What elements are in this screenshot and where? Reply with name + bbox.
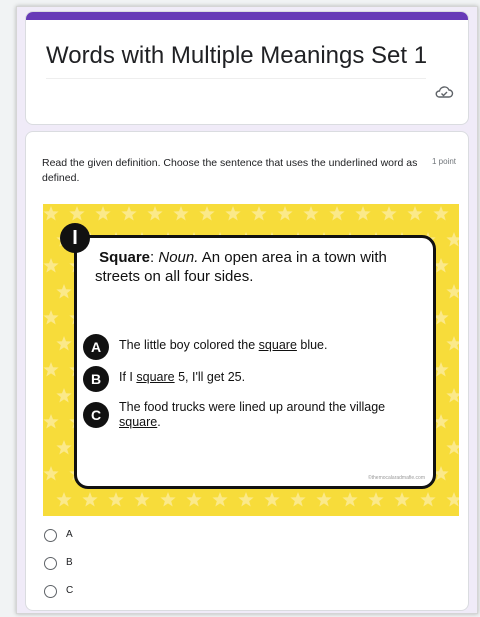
star-decoration (147, 206, 163, 221)
star-decoration (264, 492, 280, 507)
star-decoration (95, 206, 111, 221)
image-watermark: ©themocalaradmafie.com (367, 475, 425, 481)
star-decoration (446, 440, 459, 455)
star-decoration (355, 206, 371, 221)
star-decoration (251, 206, 267, 221)
form-window: Words with Multiple Meanings Set 1 Read … (16, 6, 478, 614)
star-decoration (342, 492, 358, 507)
option-a-before: The little boy colored the (119, 338, 259, 352)
star-decoration (56, 440, 72, 455)
star-decoration (56, 336, 72, 351)
radio-c[interactable] (44, 585, 57, 598)
radio-a[interactable] (44, 529, 57, 542)
option-c-after: . (157, 415, 161, 429)
question-image: Square: Noun. An open area in a town wit… (43, 204, 459, 516)
option-text-b: If I square 5, I'll get 25. (119, 370, 409, 385)
option-text-c: The food trucks were lined up around the… (119, 400, 409, 430)
definition-colon: : (150, 249, 155, 266)
star-decoration (43, 466, 59, 481)
option-badge-a: A (83, 334, 109, 360)
star-decoration (108, 492, 124, 507)
star-decoration (238, 492, 254, 507)
star-decoration (43, 206, 59, 221)
choice-a[interactable]: A (44, 528, 244, 546)
star-decoration (277, 206, 293, 221)
star-decoration (56, 492, 72, 507)
star-decoration (368, 492, 384, 507)
star-decoration (329, 206, 345, 221)
option-b-underlined: square (136, 370, 175, 384)
star-decoration (56, 388, 72, 403)
option-c-before: The food trucks were lined up around the… (119, 400, 386, 414)
option-badge-c: C (83, 402, 109, 428)
option-c-underlined: square (119, 415, 158, 429)
question-text: Read the given definition. Choose the se… (42, 157, 418, 184)
choice-label-c: C (66, 585, 74, 596)
option-a-after: blue. (296, 338, 328, 352)
star-decoration (134, 492, 150, 507)
definition-text: Square: Noun. An open area in a town wit… (95, 248, 415, 286)
star-decoration (212, 492, 228, 507)
definition-card: Square: Noun. An open area in a town wit… (74, 235, 436, 489)
choice-label-b: B (66, 557, 73, 568)
star-decoration (56, 284, 72, 299)
question-card: Read the given definition. Choose the se… (25, 131, 469, 611)
star-decoration (121, 206, 137, 221)
form-header-card: Words with Multiple Meanings Set 1 (25, 11, 469, 125)
star-decoration (420, 492, 436, 507)
star-decoration (69, 206, 85, 221)
radio-b[interactable] (44, 557, 57, 570)
question-points: 1 point (431, 157, 456, 166)
star-decoration (82, 492, 98, 507)
form-title: Words with Multiple Meanings Set 1 (46, 42, 428, 69)
definition-word: Square (99, 249, 151, 266)
star-decoration (446, 492, 459, 507)
star-decoration (446, 284, 459, 299)
header-divider (46, 78, 426, 79)
star-decoration (446, 388, 459, 403)
star-decoration (43, 414, 59, 429)
star-decoration (173, 206, 189, 221)
choice-c[interactable]: C (44, 584, 244, 602)
star-decoration (43, 310, 59, 325)
option-b-before: If I (119, 370, 137, 384)
star-decoration (186, 492, 202, 507)
star-decoration (433, 206, 449, 221)
option-b-after: 5, I'll get 25. (174, 370, 246, 384)
star-decoration (290, 492, 306, 507)
star-decoration (446, 232, 459, 247)
star-decoration (43, 258, 59, 273)
star-decoration (160, 492, 176, 507)
star-decoration (316, 492, 332, 507)
header-accent-bar (26, 12, 468, 20)
option-badge-b: B (83, 366, 109, 392)
star-decoration (199, 206, 215, 221)
choice-label-a: A (66, 529, 73, 540)
star-decoration (43, 362, 59, 377)
option-text-a: The little boy colored the square blue. (119, 338, 409, 353)
cloud-saved-icon (435, 86, 454, 98)
star-decoration (394, 492, 410, 507)
star-decoration (407, 206, 423, 221)
question-number-badge: I (60, 223, 90, 253)
definition-part-of-speech: Noun. (158, 249, 199, 266)
star-decoration (381, 206, 397, 221)
star-decoration (303, 206, 319, 221)
star-decoration (225, 206, 241, 221)
star-decoration (446, 336, 459, 351)
choice-b[interactable]: B (44, 556, 244, 574)
option-a-underlined: square (258, 338, 297, 352)
